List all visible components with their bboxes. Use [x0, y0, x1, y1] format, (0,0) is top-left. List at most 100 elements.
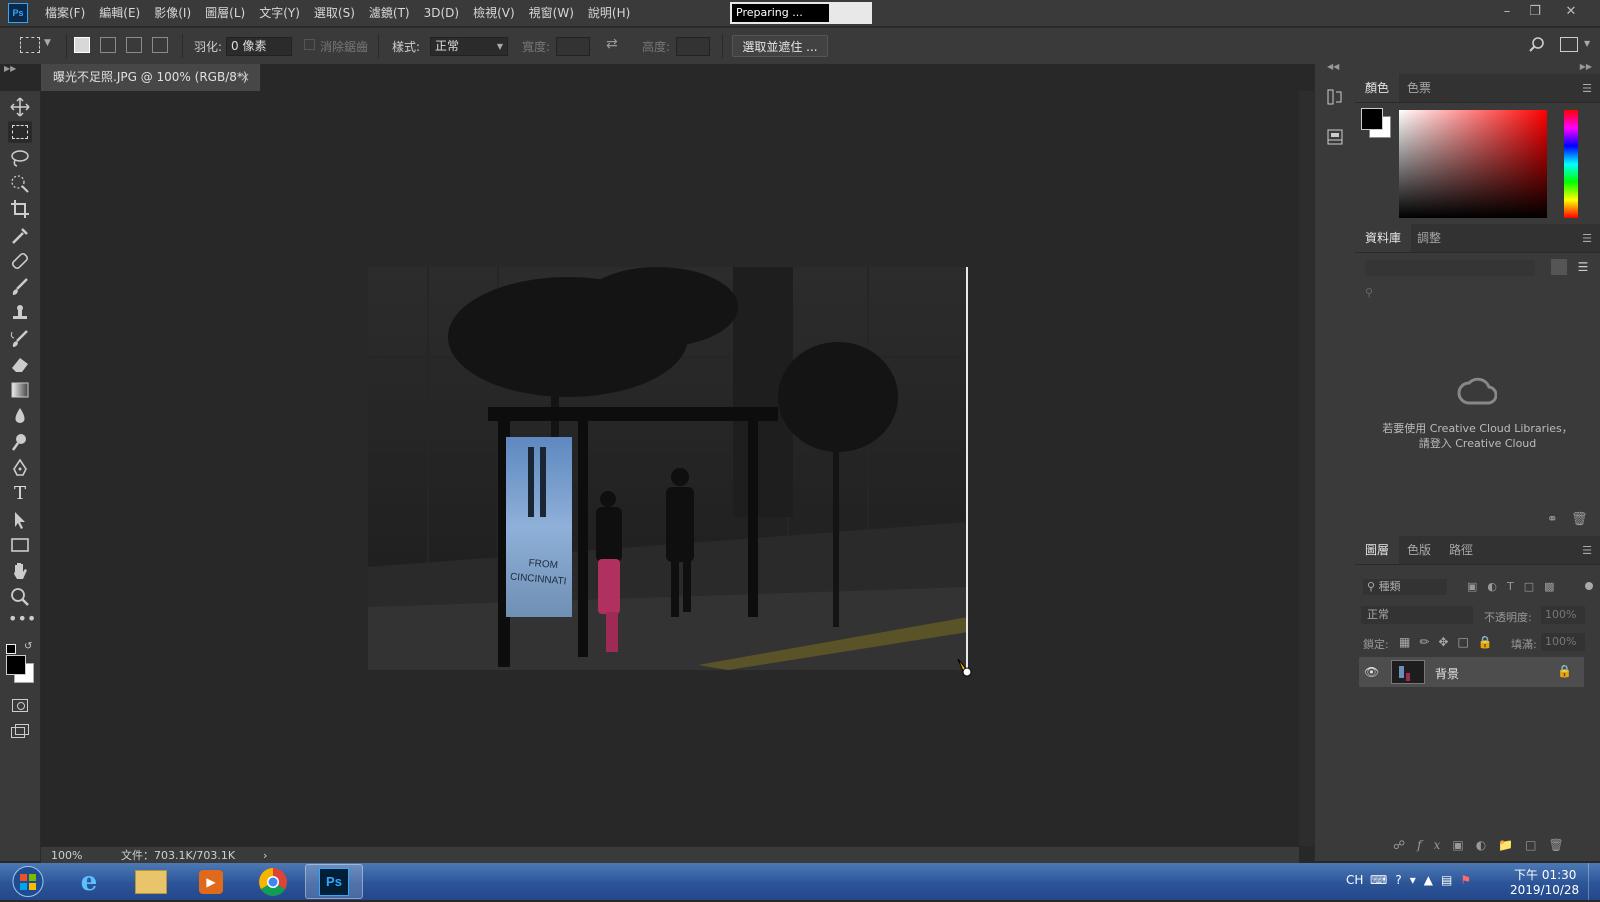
new-selection-icon[interactable]: [74, 37, 90, 53]
add-to-selection-icon[interactable]: [100, 37, 116, 53]
menu-type[interactable]: 文字(Y): [252, 0, 307, 26]
layer-filter-icons[interactable]: ▣◐T□▩: [1467, 580, 1575, 594]
show-hidden-icons-icon[interactable]: ▲: [1424, 873, 1441, 887]
restore-button[interactable]: ❐: [1522, 3, 1548, 21]
add-mask-icon[interactable]: ▣: [1452, 838, 1475, 852]
chevron-down-icon[interactable]: ▼: [1584, 39, 1590, 48]
swap-icon[interactable]: ⇄: [606, 36, 618, 52]
menu-file[interactable]: 檔案(F): [38, 0, 92, 26]
quick-mask-icon[interactable]: [8, 695, 32, 717]
minimize-button[interactable]: –: [1494, 3, 1520, 21]
tab-color[interactable]: 顏色: [1355, 74, 1400, 102]
photoshop-taskbar-button[interactable]: Ps: [305, 864, 363, 899]
lasso-tool-icon[interactable]: [8, 147, 32, 169]
more-tools-icon[interactable]: •••: [8, 611, 36, 634]
color-picker-field[interactable]: [1399, 110, 1547, 218]
file-explorer-taskbar-button[interactable]: [122, 864, 180, 899]
chrome-taskbar-button[interactable]: [244, 864, 302, 899]
cc-sync-icon[interactable]: ⚭: [1547, 512, 1558, 527]
eraser-tool-icon[interactable]: [8, 353, 32, 375]
document-tab[interactable]: 曝光不足照.JPG @ 100% (RGB/8*) ×: [41, 64, 261, 91]
clone-stamp-tool-icon[interactable]: [8, 302, 32, 324]
opacity-input[interactable]: 100%: [1541, 606, 1585, 624]
layer-lock-icon[interactable]: 🔒: [1557, 664, 1572, 678]
delete-layer-icon[interactable]: 🗑: [1549, 838, 1576, 852]
menu-filter[interactable]: 濾鏡(T): [362, 0, 417, 26]
type-tool-icon[interactable]: T: [8, 483, 32, 505]
feather-input[interactable]: 0 像素: [226, 37, 292, 56]
visibility-eye-icon[interactable]: 👁: [1364, 665, 1379, 679]
hue-slider[interactable]: [1564, 110, 1578, 218]
height-input[interactable]: [676, 37, 710, 56]
history-panel-icon[interactable]: [1326, 88, 1344, 106]
path-selection-tool-icon[interactable]: [8, 509, 32, 531]
blend-mode-select[interactable]: 正常: [1361, 606, 1473, 624]
tray-icons[interactable]: ⌨?▾▲▤⚑: [1370, 873, 1479, 887]
lock-options-icons[interactable]: ▦✏✥□🔒: [1399, 635, 1502, 649]
tab-layers[interactable]: 圖層: [1355, 536, 1400, 564]
panel-menu-icon[interactable]: ☰: [1582, 232, 1592, 245]
menu-window[interactable]: 視窗(W): [522, 0, 581, 26]
tab-swatches[interactable]: 色票: [1397, 74, 1441, 102]
panel-menu-icon[interactable]: ☰: [1582, 82, 1592, 95]
layer-filter-select[interactable]: ⚲ 種類: [1363, 579, 1447, 595]
fill-input[interactable]: 100%: [1541, 633, 1585, 651]
new-group-icon[interactable]: 📁: [1498, 838, 1525, 852]
show-desktop-button[interactable]: [1588, 863, 1600, 900]
menu-view[interactable]: 檢視(V): [466, 0, 522, 26]
workspace-icon[interactable]: [1560, 37, 1578, 52]
select-and-mask-button[interactable]: 選取並遮住 ...: [732, 35, 828, 57]
tab-channels[interactable]: 色版: [1397, 536, 1441, 564]
menu-help[interactable]: 說明(H): [581, 0, 637, 26]
menu-3d[interactable]: 3D(D): [417, 0, 466, 26]
vertical-scrollbar[interactable]: [1299, 91, 1314, 846]
fx-icon[interactable]: fx: [1417, 838, 1452, 852]
tab-libraries[interactable]: 資料庫: [1355, 224, 1412, 252]
quick-selection-tool-icon[interactable]: [8, 173, 32, 195]
layer-actions-bar[interactable]: ☍fx▣◐📁□🗑: [1393, 838, 1576, 852]
library-search[interactable]: ⚲: [1365, 286, 1591, 302]
media-player-taskbar-button[interactable]: ▶: [182, 864, 240, 899]
menu-layer[interactable]: 圖層(L): [198, 0, 252, 26]
properties-panel-icon[interactable]: [1326, 128, 1344, 146]
pen-tool-icon[interactable]: [8, 457, 32, 479]
list-view-icon[interactable]: ☰: [1575, 259, 1591, 275]
dodge-tool-icon[interactable]: [8, 431, 32, 453]
layer-row-background[interactable]: 👁 背景 🔒: [1359, 657, 1584, 687]
close-tab-icon[interactable]: ×: [240, 64, 250, 91]
keyboard-icon[interactable]: ⌨: [1370, 873, 1395, 887]
internet-explorer-taskbar-button[interactable]: e: [60, 864, 118, 899]
intersect-selection-icon[interactable]: [152, 37, 168, 53]
start-button[interactable]: [6, 864, 50, 899]
delete-icon[interactable]: 🗑: [1571, 512, 1588, 527]
blur-tool-icon[interactable]: [8, 405, 32, 427]
filter-toggle-icon[interactable]: [1585, 582, 1593, 590]
action-center-flag-icon[interactable]: ⚑: [1460, 873, 1479, 887]
document-image[interactable]: FROM CINCINNATI: [368, 267, 968, 670]
history-brush-tool-icon[interactable]: [8, 328, 32, 350]
antialias-checkbox[interactable]: [304, 39, 315, 50]
hand-tool-icon[interactable]: [8, 560, 32, 582]
grid-view-icon[interactable]: [1551, 259, 1567, 275]
tab-paths[interactable]: 路徑: [1439, 536, 1483, 564]
expand-panels-icon[interactable]: ▶▶: [1580, 62, 1592, 71]
healing-brush-tool-icon[interactable]: [8, 250, 32, 272]
menu-edit[interactable]: 編輯(E): [92, 0, 147, 26]
subtract-from-selection-icon[interactable]: [126, 37, 142, 53]
collapse-toolbar-icon[interactable]: ▶▶: [0, 64, 44, 74]
clock-time[interactable]: 下午 01:30: [1514, 866, 1576, 883]
tab-adjustments[interactable]: 調整: [1407, 224, 1451, 252]
move-tool-icon[interactable]: [8, 96, 32, 118]
menu-image[interactable]: 影像(I): [147, 0, 198, 26]
swap-colors-icon[interactable]: ↺: [24, 641, 32, 652]
library-select[interactable]: [1365, 260, 1535, 276]
screen-mode-icon[interactable]: [8, 721, 32, 743]
close-window-button[interactable]: ✕: [1558, 3, 1584, 21]
eyedropper-tool-icon[interactable]: [8, 224, 32, 246]
search-icon[interactable]: [1528, 36, 1546, 57]
link-layers-icon[interactable]: ☍: [1393, 838, 1417, 852]
collapse-dock-icon[interactable]: ◀◀: [1327, 62, 1339, 71]
rectangular-marquee-tool[interactable]: [8, 121, 32, 143]
menu-select[interactable]: 選取(S): [307, 0, 362, 26]
crop-tool-icon[interactable]: [8, 198, 32, 220]
